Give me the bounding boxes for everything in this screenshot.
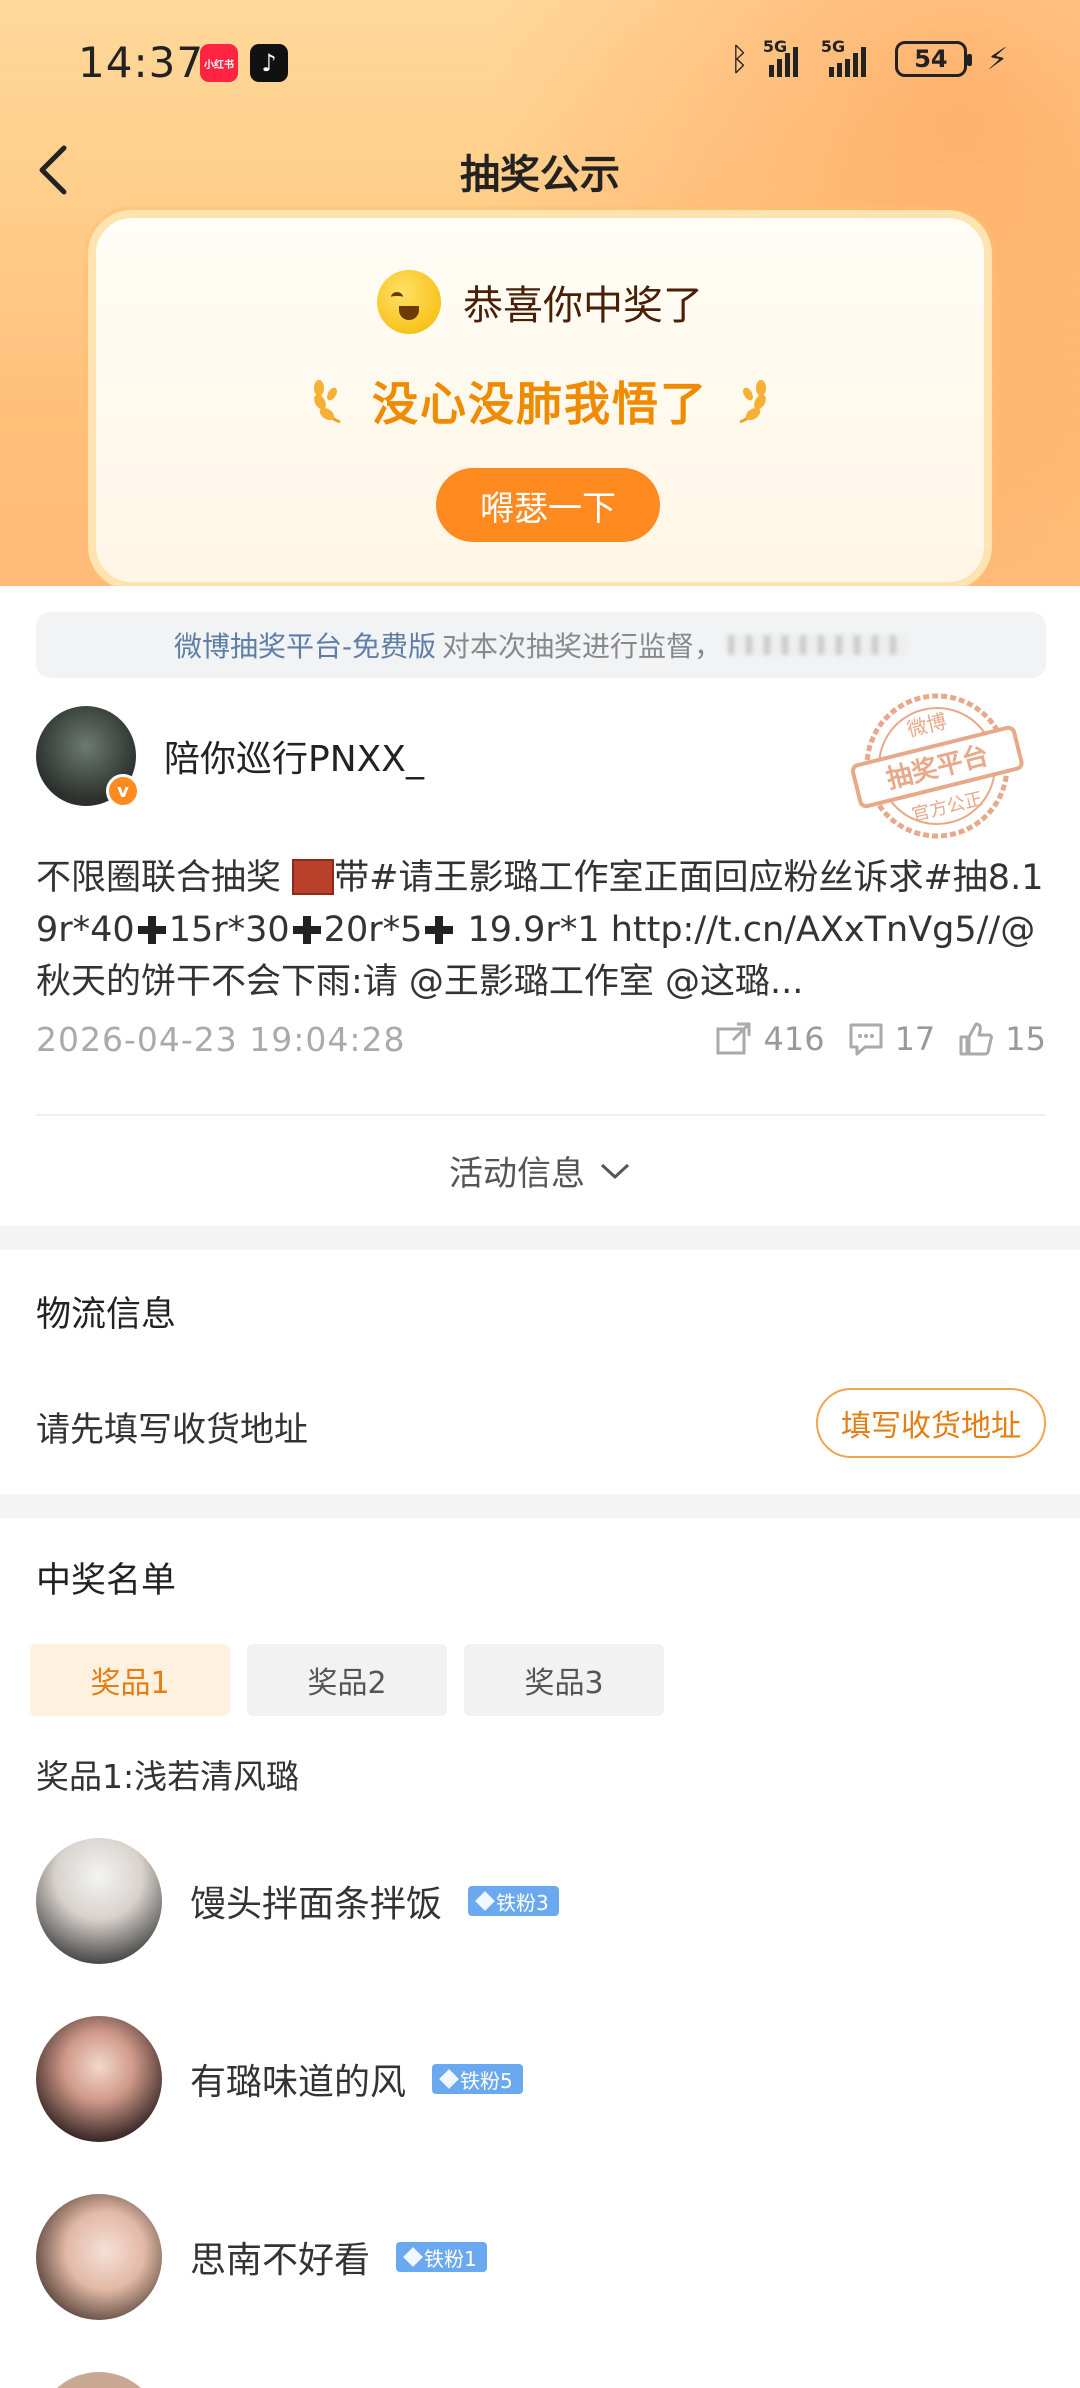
- plus-emoji-icon: [135, 913, 169, 947]
- winner-row[interactable]: 思南不好看 铁粉1: [36, 2194, 487, 2320]
- post-timestamp: 2026-04-23 19:04:28: [36, 1019, 406, 1059]
- activity-info-label: 活动信息: [449, 1154, 585, 1194]
- fill-address-button[interactable]: 填写收货地址: [816, 1388, 1046, 1458]
- post-meta: 2026-04-23 19:04:28 416 17 15: [36, 1014, 1046, 1064]
- laurel-right-icon: [739, 380, 766, 424]
- post-body[interactable]: 不限圈联合抽奖 带#请王影璐工作室正面回应粉丝诉求#抽8.19r*40 15r*3…: [36, 852, 1046, 1008]
- plus-emoji-icon: [290, 913, 324, 947]
- section-separator: [0, 1494, 1080, 1518]
- post-author[interactable]: v 陪你巡行PNXX_: [36, 706, 424, 808]
- thumbs-up-icon: [959, 1022, 994, 1056]
- comment-icon: [849, 1023, 883, 1056]
- section-separator: [0, 1226, 1080, 1250]
- winner-row[interactable]: 有璐味道的风 铁粉5: [36, 2016, 523, 2142]
- post-text-segment: 20r*5: [323, 910, 423, 950]
- winner-username[interactable]: 思南不好看: [190, 2231, 370, 2283]
- winner-list-title: 中奖名单: [36, 1561, 177, 1601]
- diamond-icon: [439, 2069, 459, 2089]
- repost-count: 416: [763, 1020, 825, 1058]
- chevron-down-icon: [600, 1163, 630, 1179]
- party-emoji-icon: [377, 270, 441, 334]
- post-username[interactable]: 陪你巡行PNXX_: [164, 730, 424, 782]
- brick-emoji-icon: [292, 859, 335, 895]
- show-off-button[interactable]: 嘚瑟一下: [436, 468, 660, 542]
- monitor-notice: 微博抽奖平台-免费版 对本次抽奖进行监督，: [36, 612, 1046, 678]
- monitor-text: 对本次抽奖进行监督，: [442, 630, 723, 663]
- tab-prize-3[interactable]: 奖品3: [464, 1644, 664, 1716]
- plus-emoji-icon: [422, 913, 456, 947]
- tab-prize-1[interactable]: 奖品1: [30, 1644, 230, 1716]
- comment-button[interactable]: 17: [847, 1020, 936, 1058]
- status-bar: 14:37 小红书 ♪ ᛒ 5G 5G 54 ⚡: [0, 0, 1080, 130]
- diamond-icon: [403, 2247, 423, 2267]
- charging-icon: ⚡: [986, 41, 1008, 77]
- divider: [36, 1114, 1046, 1116]
- repost-icon: [716, 1022, 751, 1055]
- verified-icon: v: [106, 774, 140, 808]
- avatar[interactable]: [36, 2194, 162, 2320]
- blurred-text: [728, 635, 909, 655]
- clock: 14:37: [78, 38, 205, 87]
- fan-badge: 铁粉5: [432, 2064, 523, 2094]
- prize-label: 奖品1:浅若清风璐: [36, 1757, 300, 1796]
- lottery-platform-link[interactable]: 微博抽奖平台-免费版: [174, 625, 436, 665]
- post-stats: 416 17 15: [715, 1020, 1046, 1058]
- logistics-title: 物流信息: [36, 1295, 177, 1335]
- winner-name: 没心没肺我悟了: [372, 377, 708, 431]
- signal-icon: 5G: [763, 37, 807, 77]
- address-prompt: 请先填写收货地址: [36, 1410, 308, 1450]
- win-card: 恭喜你中奖了 没心没肺我悟了 嘚瑟一下: [88, 210, 992, 590]
- winner-username[interactable]: 有璐味道的风: [190, 2053, 406, 2105]
- page-title: 抽奖公示: [460, 152, 620, 198]
- fan-badge: 铁粉3: [468, 1886, 559, 1916]
- diamond-icon: [475, 1891, 495, 1911]
- fan-badge: 铁粉1: [396, 2242, 487, 2272]
- laurel-left-icon: [314, 380, 341, 424]
- comment-count: 17: [894, 1020, 936, 1058]
- main-content: 微博抽奖平台-免费版 对本次抽奖进行监督， v 陪你巡行PNXX_ 微博 抽奖平…: [0, 586, 1080, 2388]
- activity-info-toggle[interactable]: 活动信息: [0, 1146, 1080, 1195]
- repost-button[interactable]: 416: [715, 1020, 825, 1058]
- winner-row[interactable]: 馒头拌面条拌饭 铁粉3: [36, 1838, 559, 1964]
- avatar[interactable]: v: [36, 706, 140, 808]
- avatar[interactable]: [36, 2016, 162, 2142]
- xiaohongshu-app-icon: 小红书: [200, 44, 238, 82]
- winner-username[interactable]: 馒头拌面条拌饭: [190, 1875, 442, 1927]
- post-text-segment: 15r*30: [168, 910, 290, 950]
- official-stamp-icon: 微博 抽奖平台 官方公正: [850, 693, 1024, 839]
- congrats-row: 恭喜你中奖了: [96, 270, 984, 334]
- signal-icon: 5G: [821, 37, 881, 77]
- system-icons: ᛒ 5G 5G 54 ⚡: [729, 37, 1008, 78]
- avatar[interactable]: [36, 2372, 162, 2388]
- tiktok-app-icon: ♪: [250, 44, 288, 82]
- congrats-text: 恭喜你中奖了: [463, 283, 703, 329]
- tab-prize-2[interactable]: 奖品2: [247, 1644, 447, 1716]
- battery-icon: 54: [894, 41, 972, 77]
- like-count: 15: [1005, 1020, 1046, 1058]
- avatar[interactable]: [36, 1838, 162, 1964]
- post-text-segment: 不限圈联合抽奖: [36, 858, 293, 898]
- bluetooth-icon: ᛒ: [729, 40, 749, 78]
- like-button[interactable]: 15: [957, 1020, 1046, 1058]
- winner-line: 没心没肺我悟了: [96, 368, 984, 434]
